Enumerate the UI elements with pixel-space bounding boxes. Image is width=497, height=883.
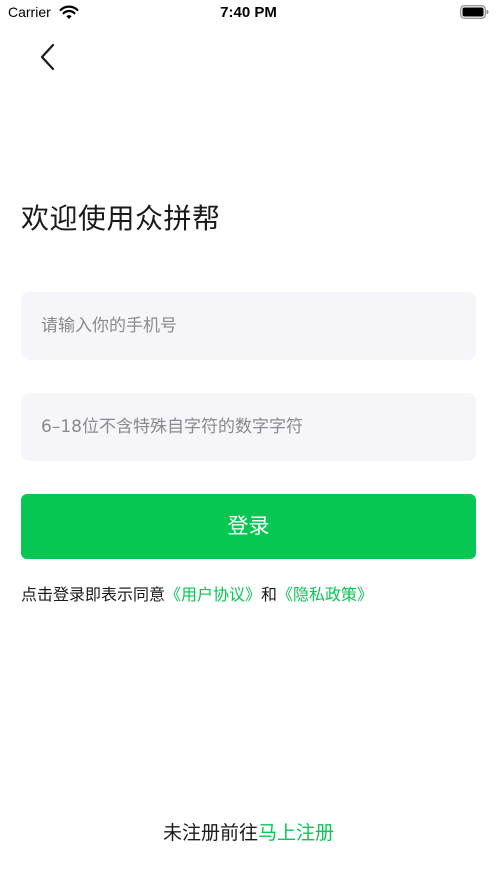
password-input[interactable] [21,393,476,461]
privacy-policy-link[interactable]: 《隐私政策》 [277,585,373,604]
phone-input[interactable] [21,292,476,360]
password-field-container [21,393,476,461]
agreement-prefix: 点击登录即表示同意 [21,585,166,604]
agreement-text: 点击登录即表示同意《用户协议》和《隐私政策》 [21,581,373,605]
status-bar: Carrier 7:40 PM [0,0,497,26]
page-title: 欢迎使用众拼帮 [21,202,221,235]
back-button[interactable] [34,40,64,74]
battery-icon [460,5,489,19]
agreement-and: 和 [261,585,278,604]
phone-field-container [21,292,476,360]
register-prefix: 未注册前往 [162,822,258,844]
register-prompt: 未注册前往马上注册 [0,818,497,845]
chevron-left-icon [40,43,55,71]
user-agreement-link[interactable]: 《用户协议》 [165,585,261,604]
status-time: 7:40 PM [220,4,277,21]
login-button[interactable]: 登录 [21,494,476,559]
register-link[interactable]: 马上注册 [258,822,334,844]
